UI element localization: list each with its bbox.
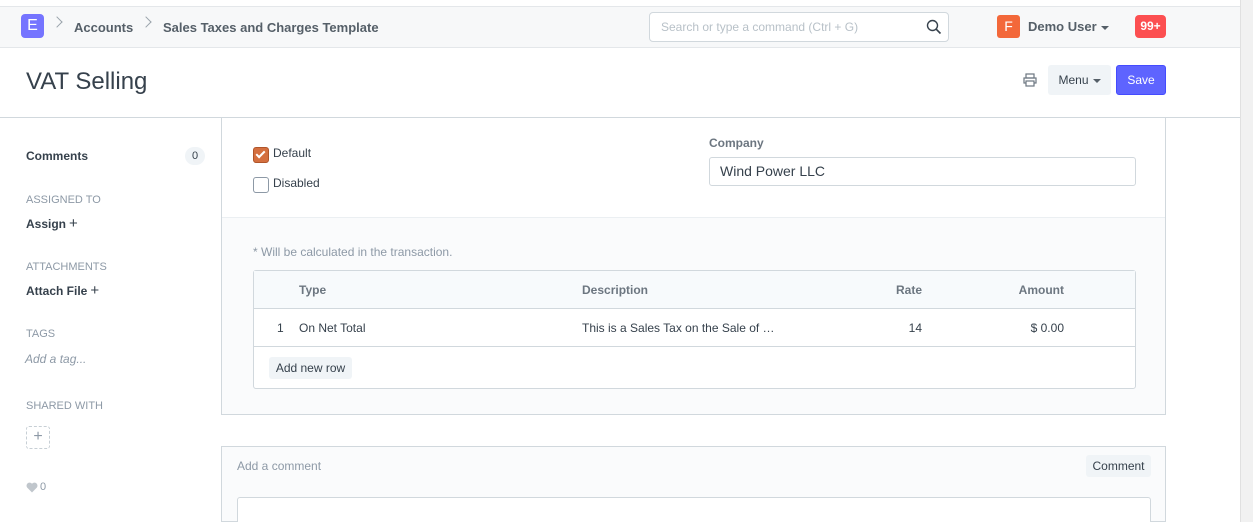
print-icon[interactable]	[1023, 73, 1037, 87]
form-section-main: Default Disabled Company Wind Power LLC	[222, 118, 1165, 218]
breadcrumb-accounts[interactable]: Accounts	[74, 20, 133, 35]
likes-count: 0	[40, 481, 47, 493]
caret-down-icon	[1100, 25, 1109, 30]
page-title: VAT Selling	[26, 68, 148, 95]
heart-icon	[26, 482, 38, 493]
save-button[interactable]: Save	[1116, 65, 1166, 95]
company-field[interactable]: Wind Power LLC	[709, 157, 1136, 186]
row-description[interactable]: This is a Sales Tax on the Sale of …	[582, 321, 775, 335]
search-input[interactable]: Search or type a command (Ctrl + G)	[649, 12, 949, 42]
row-type[interactable]: On Net Total	[299, 321, 365, 335]
checkmark-icon	[255, 148, 266, 159]
comment-card: Add a comment Comment	[221, 446, 1166, 522]
plus-icon: +	[69, 215, 78, 232]
comment-input[interactable]	[237, 497, 1151, 522]
add-share-button[interactable]: +	[26, 426, 50, 449]
form-section-taxes: * Will be calculated in the transaction.…	[222, 218, 1165, 414]
breadcrumb-template[interactable]: Sales Taxes and Charges Template	[163, 20, 379, 35]
row-rate[interactable]: 14	[854, 321, 922, 335]
taxes-grid: Type Description Rate Amount 1 On Net To…	[253, 270, 1136, 389]
attach-file-button[interactable]: Attach File +	[26, 282, 99, 299]
likes[interactable]: 0	[26, 481, 46, 493]
add-tag-input[interactable]: Add a tag...	[25, 352, 86, 366]
plus-icon: +	[90, 282, 100, 299]
search-icon	[926, 19, 942, 35]
assigned-to-heading: ASSIGNED TO	[26, 194, 101, 206]
default-checkbox[interactable]	[253, 147, 269, 163]
attach-label: Attach File	[26, 284, 88, 298]
comment-placeholder: Add a comment	[237, 459, 322, 473]
menu-label: Menu	[1058, 73, 1089, 87]
help-text: * Will be calculated in the transaction.	[253, 245, 453, 259]
form-card: Default Disabled Company Wind Power LLC …	[221, 118, 1166, 415]
user-name: Demo User	[1028, 19, 1097, 34]
scrollbar[interactable]	[1240, 0, 1253, 522]
grid-header: Type Description Rate Amount	[254, 271, 1135, 309]
chevron-right-icon	[140, 16, 152, 28]
page-head: VAT Selling Menu Save	[0, 48, 1240, 118]
assign-label: Assign	[26, 217, 67, 231]
add-new-row-button[interactable]: Add new row	[269, 357, 352, 379]
assign-button[interactable]: Assign +	[26, 215, 78, 232]
table-row[interactable]: 1 On Net Total This is a Sales Tax on th…	[254, 309, 1135, 347]
menu-button[interactable]: Menu	[1048, 65, 1111, 95]
row-index: 1	[277, 321, 284, 335]
row-amount[interactable]: $ 0.00	[984, 321, 1064, 335]
shared-with-heading: SHARED WITH	[26, 400, 103, 412]
tags-heading: TAGS	[26, 328, 56, 340]
column-header-type: Type	[299, 283, 327, 297]
notification-badge[interactable]: 99+	[1135, 15, 1166, 38]
user-menu[interactable]: Demo User	[1028, 19, 1109, 34]
search-placeholder: Search or type a command (Ctrl + G)	[661, 20, 859, 34]
chevron-right-icon	[51, 16, 63, 28]
column-header-description: Description	[582, 283, 649, 297]
caret-down-icon	[1092, 78, 1101, 83]
navbar: E Accounts Sales Taxes and Charges Templ…	[0, 6, 1240, 48]
avatar[interactable]: F	[997, 15, 1020, 38]
company-label: Company	[709, 136, 764, 150]
default-label: Default	[273, 146, 312, 160]
disabled-label: Disabled	[273, 176, 320, 190]
disabled-checkbox[interactable]	[253, 177, 269, 193]
column-header-rate: Rate	[895, 283, 922, 297]
comments-link[interactable]: Comments	[26, 149, 88, 163]
column-header-amount: Amount	[1018, 283, 1064, 297]
attachments-heading: ATTACHMENTS	[26, 261, 107, 273]
app-logo[interactable]: E	[21, 14, 44, 38]
comment-button[interactable]: Comment	[1086, 455, 1151, 477]
comments-count-badge: 0	[185, 147, 205, 165]
